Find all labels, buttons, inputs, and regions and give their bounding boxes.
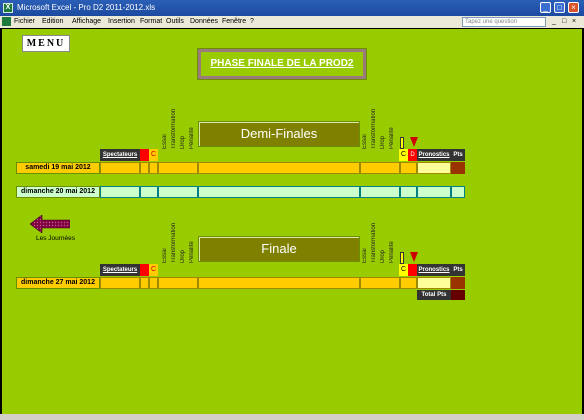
yellow-indicator-icon <box>400 252 404 264</box>
phase-title: PHASE FINALE DE LA PROD2 <box>210 58 354 69</box>
semis-banner: Demi-Finales <box>198 121 360 147</box>
pronostics-cell-semi-1[interactable] <box>417 162 451 174</box>
menu-button[interactable]: MENU <box>22 35 70 52</box>
score-cell-right[interactable] <box>400 162 417 174</box>
final-banner: Finale <box>198 236 360 262</box>
red-down-arrow-icon <box>410 137 418 147</box>
title-bar: X Microsoft Excel - Pro D2 2011-2012.xls… <box>0 0 584 16</box>
col-penalite-right-final: Pénalité <box>389 241 395 263</box>
les-journees-link[interactable]: Les Journées <box>36 235 75 242</box>
red-down-arrow-icon <box>410 252 418 262</box>
total-pts-label: Total Pts <box>417 290 451 300</box>
pronostics-header: Pronostics <box>417 149 451 161</box>
score-cell-right[interactable] <box>400 277 417 289</box>
menu-donnees[interactable]: Données <box>190 17 218 27</box>
col-essai-right-final: Essai <box>362 248 368 263</box>
total-pts-value <box>451 290 465 300</box>
pts-header: Pts <box>451 149 465 161</box>
stats-cells-right[interactable] <box>360 162 400 174</box>
stats-cells-right[interactable] <box>360 186 400 198</box>
score-cell-right[interactable] <box>400 186 417 198</box>
close-button[interactable]: × <box>568 2 579 13</box>
stats-cells-right[interactable] <box>360 277 400 289</box>
pts-cell-semi-1 <box>451 162 465 174</box>
stats-cells-left[interactable] <box>158 277 198 289</box>
doc-restore-button[interactable]: □ <box>562 17 566 27</box>
team-cell-semi-1[interactable] <box>198 162 360 174</box>
red-marker-cell <box>140 149 149 161</box>
spectateurs-header: Spectateurs <box>100 149 140 161</box>
menu-help[interactable]: ? <box>250 17 254 27</box>
excel-doc-icon <box>2 17 11 26</box>
stats-cells-left[interactable] <box>158 186 198 198</box>
maximize-button[interactable]: □ <box>554 2 565 13</box>
pts-cell-final <box>451 277 465 289</box>
score-cell[interactable] <box>149 162 158 174</box>
d-marker-right: D <box>408 149 417 161</box>
window-title: Microsoft Excel - Pro D2 2011-2012.xls <box>17 3 156 12</box>
col-transformation-right-final: Transformation <box>371 222 377 263</box>
col-drop-right-final: Drop <box>380 249 386 263</box>
score-cell[interactable] <box>140 162 149 174</box>
col-transformation-right: Transformation <box>371 108 377 149</box>
menu-insertion[interactable]: Insertion <box>108 17 135 27</box>
date-semi-2: dimanche 20 mai 2012 <box>16 186 100 198</box>
spectateurs-cell-semi-2[interactable] <box>100 186 140 198</box>
yellow-indicator-icon <box>400 137 404 149</box>
spectateurs-cell-semi-1[interactable] <box>100 162 140 174</box>
stats-cells-left[interactable] <box>158 162 198 174</box>
date-semi-1: samedi 19 mai 2012 <box>16 162 100 174</box>
help-question-input[interactable]: Tapez une question <box>462 17 546 27</box>
c-marker-cell-final: C <box>149 264 158 276</box>
menu-bar: Fichier Edition Affichage Insertion Form… <box>0 16 584 28</box>
worksheet[interactable]: MENU PHASE FINALE DE LA PROD2 Demi-Final… <box>2 29 582 414</box>
spectateurs-cell-final[interactable] <box>100 277 140 289</box>
back-arrow-icon[interactable] <box>30 215 70 233</box>
date-final: dimanche 27 mai 2012 <box>16 277 100 289</box>
menu-fenetre[interactable]: Fenêtre <box>222 17 246 27</box>
pronostics-cell-final[interactable] <box>417 277 451 289</box>
col-penalite-right: Pénalité <box>389 127 395 149</box>
menu-edition[interactable]: Edition <box>42 17 63 27</box>
col-penalite-left-final: Pénalité <box>189 241 195 263</box>
menu-affichage[interactable]: Affichage <box>72 17 101 27</box>
red-marker-cell-final <box>140 264 149 276</box>
excel-app-icon: X <box>3 3 13 13</box>
status-bar <box>0 414 584 420</box>
col-drop-left: Drop <box>180 135 186 149</box>
minimize-button[interactable]: _ <box>540 2 551 13</box>
menu-format[interactable]: Format <box>140 17 162 27</box>
menu-fichier[interactable]: Fichier <box>14 17 35 27</box>
col-drop-left-final: Drop <box>180 249 186 263</box>
d-marker-right-final <box>408 264 417 276</box>
doc-minimize-button[interactable]: _ <box>552 17 556 27</box>
c-marker-cell: C <box>149 149 158 161</box>
col-drop-right: Drop <box>380 135 386 149</box>
col-essai-right: Essai <box>362 134 368 149</box>
c-marker-right: C <box>399 149 408 161</box>
team-cell-final[interactable] <box>198 277 360 289</box>
col-transformation-left: Transformation <box>171 108 177 149</box>
pts-cell-semi-2 <box>451 186 465 198</box>
c-marker-right-final: C <box>399 264 408 276</box>
col-transformation-left-final: Transformation <box>171 222 177 263</box>
score-cell[interactable] <box>140 186 158 198</box>
pronostics-header-final: Pronostics <box>417 264 451 276</box>
pronostics-cell-semi-2[interactable] <box>417 186 451 198</box>
col-essai-left: Essai <box>162 134 168 149</box>
col-essai-left-final: Essai <box>162 248 168 263</box>
team-cell-semi-2[interactable] <box>198 186 360 198</box>
doc-close-button[interactable]: × <box>572 17 576 27</box>
score-cell[interactable] <box>149 277 158 289</box>
score-cell[interactable] <box>140 277 149 289</box>
pts-header-final: Pts <box>451 264 465 276</box>
spectateurs-header-final: Spectateurs <box>100 264 140 276</box>
menu-outils[interactable]: Outils <box>166 17 184 27</box>
col-penalite-left: Pénalité <box>189 127 195 149</box>
phase-title-box: PHASE FINALE DE LA PROD2 <box>197 48 367 80</box>
